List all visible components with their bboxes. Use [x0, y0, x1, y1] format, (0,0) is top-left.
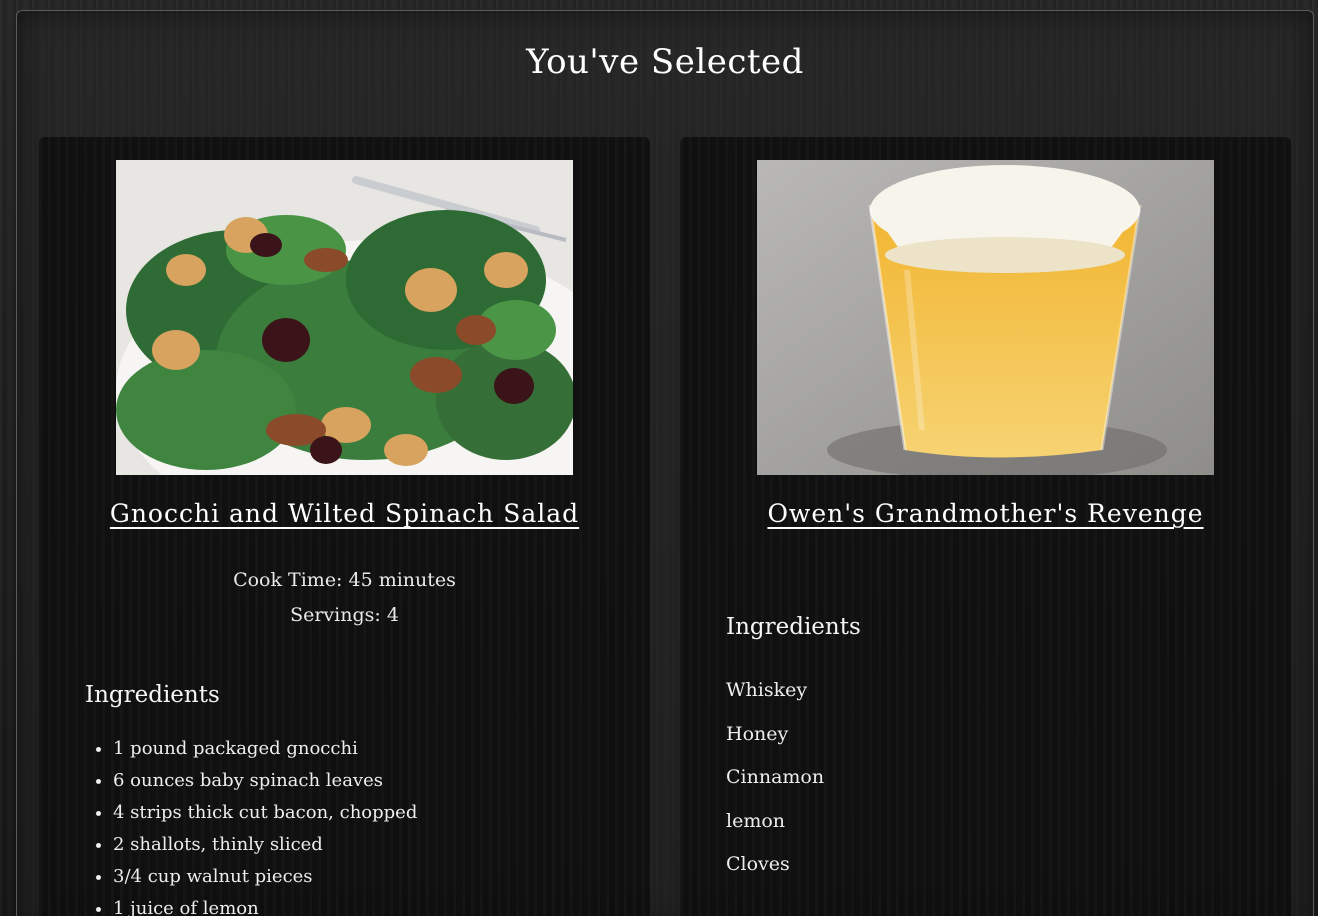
recipe-card-gnocchi: Gnocchi and Wilted Spinach Salad Cook Ti… [39, 137, 650, 916]
page-title: You've Selected [526, 42, 804, 82]
spinach-salad-photo [116, 160, 573, 475]
list-item: 4 strips thick cut bacon, chopped [113, 797, 417, 829]
cocktail-glass-photo [757, 160, 1214, 475]
recipe-image[interactable] [116, 160, 573, 475]
list-item: 6 ounces baby spinach leaves [113, 765, 417, 797]
list-item: 3/4 cup walnut pieces [113, 861, 417, 893]
recipe-image[interactable] [757, 160, 1214, 475]
list-item: lemon [726, 809, 786, 832]
ingredients-heading: Ingredients [85, 682, 220, 708]
recipe-card-cocktail: Owen's Grandmother's Revenge Ingredients… [680, 137, 1291, 916]
list-item: 1 pound packaged gnocchi [113, 733, 417, 765]
cook-time: Cook Time: 45 minutes [233, 569, 456, 591]
list-item: Cloves [726, 853, 790, 875]
servings: Servings: 4 [290, 604, 399, 626]
recipe-title-link[interactable]: Gnocchi and Wilted Spinach Salad [39, 499, 650, 528]
ingredients-list: Whiskey Honey Cinnamon lemon Cloves [726, 669, 824, 887]
list-item: 1 juice of lemon [113, 893, 417, 916]
recipe-title-link[interactable]: Owen's Grandmother's Revenge [680, 499, 1291, 528]
list-item: Cinnamon [726, 766, 825, 788]
list-item: Honey [726, 722, 789, 745]
ingredients-list: 1 pound packaged gnocchi 6 ounces baby s… [85, 733, 417, 916]
list-item: Whiskey [726, 679, 808, 701]
list-item: 2 shallots, thinly sliced [113, 829, 417, 861]
ingredients-heading: Ingredients [726, 614, 861, 640]
